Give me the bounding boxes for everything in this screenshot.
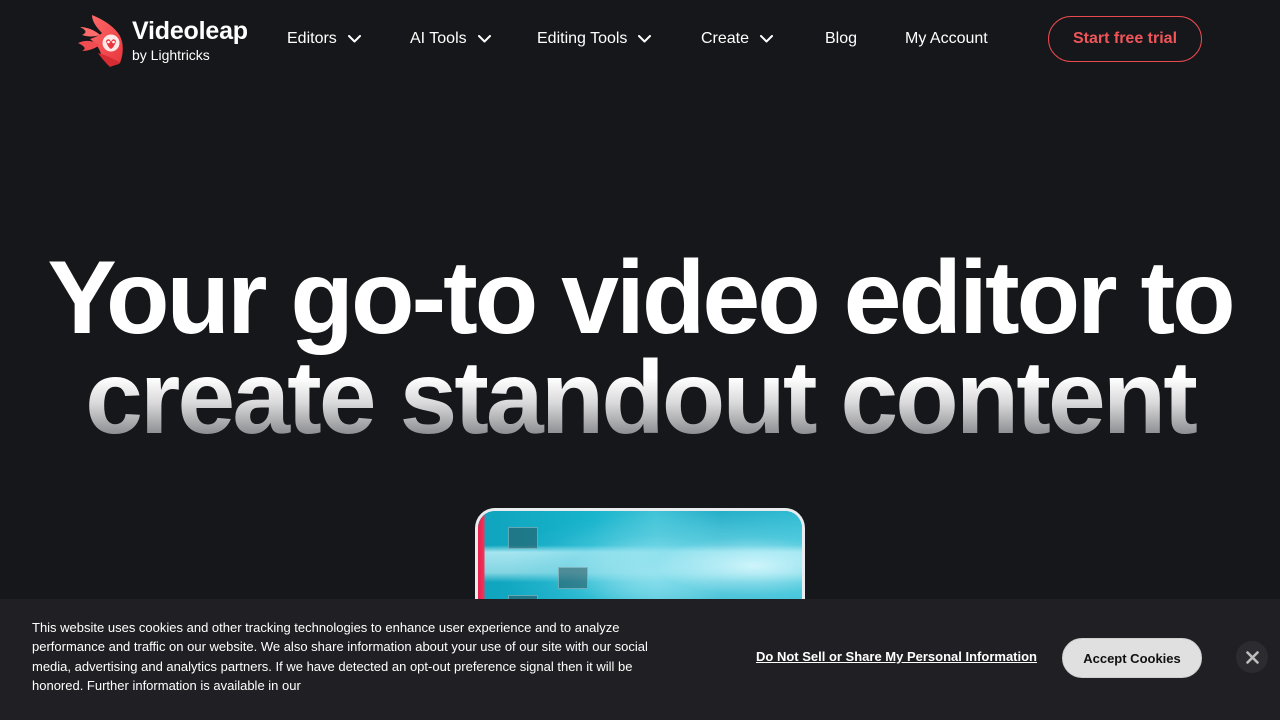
close-banner-button[interactable] [1236,641,1268,673]
hero-title-line-1: Your go-to video editor to [47,240,1235,356]
do-not-sell-link[interactable]: Do Not Sell or Share My Personal Informa… [756,649,1037,664]
chevron-down-icon [638,35,652,43]
preview-detail [558,567,588,589]
nav-item-editing-tools[interactable]: Editing Tools [537,28,652,50]
nav-item-label: AI Tools [410,30,467,47]
logo-name: Videoleap [132,16,248,45]
videoleap-bird-logo-icon [78,15,123,67]
nav-item-editors[interactable]: Editors [287,28,361,50]
logo-byline: by Lightricks [132,46,210,63]
nav-item-label: My Account [905,30,988,47]
nav-item-label: Editing Tools [537,30,628,47]
chevron-down-icon [760,35,774,43]
site-header: Videoleap by Lightricks Editors AI Tools… [0,0,1280,78]
chevron-down-icon [477,35,491,43]
nav-item-my-account[interactable]: My Account [905,28,988,50]
nav-item-label: Blog [825,30,858,47]
close-icon [1245,650,1259,664]
logo-text: Videoleap by Lightricks [132,16,248,63]
start-free-trial-button[interactable]: Start free trial [1048,16,1202,62]
nav-item-label: Create [701,30,750,47]
hero-title: Your go-to video editor to create stando… [0,240,1280,450]
nav-item-blog[interactable]: Blog [825,28,857,50]
hero-title-line-2: create standout content [0,346,1280,450]
nav-item-create[interactable]: Create [701,28,774,50]
cookie-banner: This website uses cookies and other trac… [0,599,1280,720]
chevron-down-icon [347,35,361,43]
logo-link[interactable]: Videoleap by Lightricks [78,12,248,68]
preview-detail [508,527,538,549]
cookie-banner-text: This website uses cookies and other trac… [32,620,648,693]
page: Videoleap by Lightricks Editors AI Tools… [0,0,1280,720]
accept-cookies-button[interactable]: Accept Cookies [1062,638,1202,678]
nav-item-ai-tools[interactable]: AI Tools [410,28,491,50]
nav-item-label: Editors [287,30,337,47]
